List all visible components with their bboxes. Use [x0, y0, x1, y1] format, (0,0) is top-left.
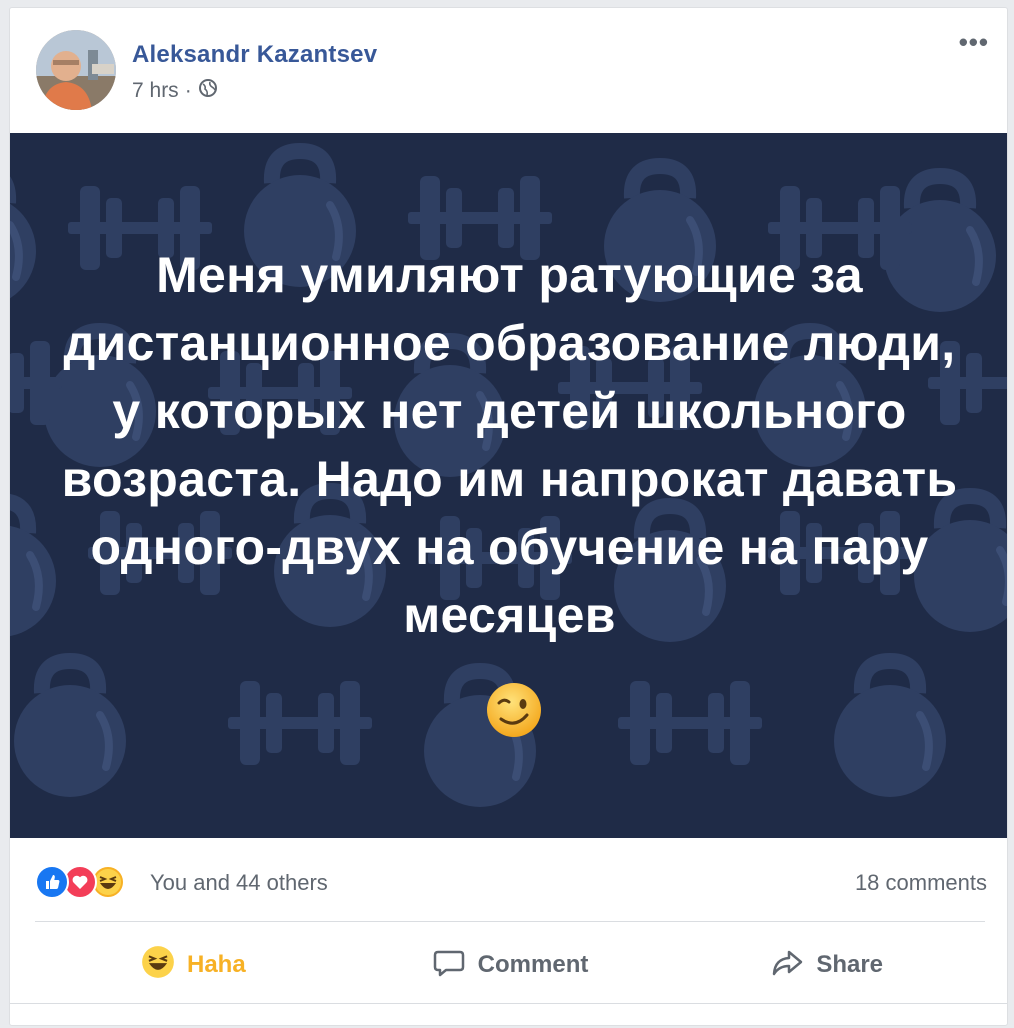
bottom-divider	[10, 1003, 1007, 1004]
banner-text: Меня умиляют ратующие за дистанционное о…	[61, 247, 958, 643]
post-meta: 7 hrs ·	[132, 78, 218, 104]
haha-label: Haha	[186, 951, 246, 978]
globe-icon[interactable]	[198, 78, 218, 104]
reaction-icons[interactable]	[35, 865, 125, 899]
winking-face-icon	[487, 683, 541, 737]
comment-icon	[432, 945, 466, 986]
like-icon	[35, 865, 69, 899]
post-time[interactable]: 7 hrs	[132, 79, 179, 103]
divider	[35, 921, 985, 922]
haha-reaction-button[interactable]: Haha	[35, 936, 352, 994]
share-button[interactable]: Share	[668, 936, 985, 994]
share-icon	[770, 945, 804, 986]
author-name[interactable]: Aleksandr Kazantsev	[132, 41, 377, 69]
comment-button[interactable]: Comment	[352, 936, 669, 994]
more-options-button[interactable]: •••	[959, 29, 989, 55]
reactions-count[interactable]: You and 44 others	[150, 870, 328, 896]
post-actions: Haha Comment Share	[35, 936, 985, 994]
post-stats: You and 44 others 18 comments	[10, 838, 1007, 923]
post-banner: Меня умиляют ратующие за дистанционное о…	[10, 133, 1007, 838]
comment-label: Comment	[477, 951, 589, 978]
author-avatar[interactable]	[36, 30, 116, 110]
meta-separator: ·	[184, 79, 192, 102]
post-card: Aleksandr Kazantsev 7 hrs · ••• Меня уми…	[9, 7, 1008, 1026]
haha-icon	[141, 945, 175, 986]
comments-count[interactable]: 18 comments	[855, 870, 987, 896]
share-label: Share	[816, 951, 884, 978]
